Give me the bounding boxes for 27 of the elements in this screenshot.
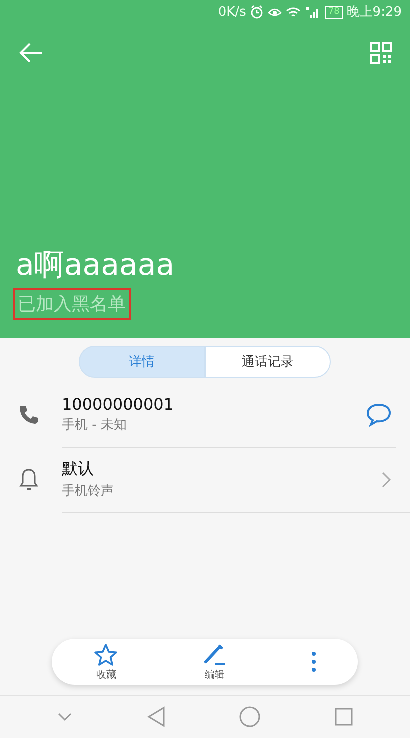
- bell-icon: [18, 468, 40, 492]
- more-dots-icon: [312, 652, 316, 672]
- edit-button[interactable]: 编辑: [194, 640, 235, 684]
- pencil-icon: [202, 642, 227, 666]
- tab[interactable]: 通话记录: [205, 346, 331, 378]
- home-circle-icon[interactable]: [239, 706, 262, 728]
- detail-subtitle: 手机 - 未知: [62, 417, 128, 434]
- back-arrow-icon[interactable]: [18, 42, 44, 64]
- collapse-chevron-icon[interactable]: [56, 711, 74, 723]
- contact-name: a啊aaaaaa: [15, 248, 176, 284]
- recents-square-icon[interactable]: [334, 707, 354, 727]
- blocklist-status: 已加入黑名单: [13, 288, 131, 320]
- battery-indicator: 78: [325, 6, 343, 18]
- star-icon: [94, 642, 118, 666]
- message-bubble-icon[interactable]: [366, 402, 392, 426]
- wifi-icon: [286, 6, 302, 18]
- network-speed: 0K/s: [218, 4, 246, 20]
- detail-title: 默认: [62, 459, 95, 480]
- favorite-button[interactable]: 收藏: [86, 640, 126, 684]
- back-triangle-icon[interactable]: [146, 706, 167, 728]
- phone-icon: [18, 404, 40, 426]
- detail-title: 10000000001: [62, 395, 175, 414]
- detail-subtitle: 手机铃声: [62, 483, 115, 500]
- qr-code-icon[interactable]: [370, 42, 392, 64]
- alarm-clock-icon: [250, 5, 264, 19]
- chevron-right-icon[interactable]: [380, 470, 392, 488]
- clock-time: 晚上9:29: [346, 4, 402, 21]
